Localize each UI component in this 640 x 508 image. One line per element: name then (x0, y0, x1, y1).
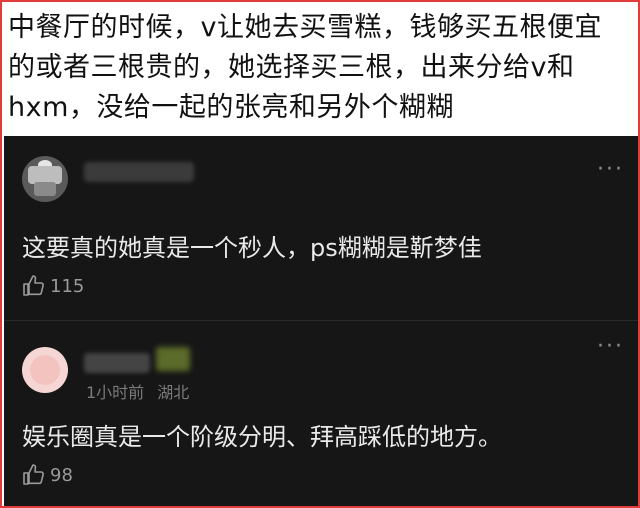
comment-location: 湖北 (157, 383, 190, 402)
more-options-icon[interactable]: ··· (597, 336, 624, 358)
comment-item: ··· 这要真的她真是一个秒人，ps糊糊是靳梦佳 115 (4, 136, 638, 320)
thumbs-up-icon (23, 464, 44, 485)
thumbs-up-icon (23, 275, 44, 296)
user-badge-blurred (156, 347, 190, 371)
like-count: 115 (50, 275, 85, 297)
username-blurred[interactable] (84, 353, 150, 373)
comment-meta: 1小时前 湖北 (86, 379, 197, 403)
more-options-icon[interactable]: ··· (597, 159, 624, 181)
comment-time: 1小时前 (86, 383, 145, 402)
like-button[interactable]: 115 (22, 274, 84, 298)
avatar[interactable] (22, 156, 68, 202)
comment-item: 1小时前 湖北 ··· 娱乐圈真是一个阶级分明、拜高踩低的地方。 98 (4, 320, 638, 506)
comment-text: 这要真的她真是一个秒人，ps糊糊是靳梦佳 (22, 234, 482, 262)
username-blurred[interactable] (84, 162, 194, 182)
caption-line-1: 中餐厅的时候，v让她去买雪糕，钱够买五根便宜 (8, 12, 602, 43)
caption-line-3: hxm，没给一起的张亮和另外个糊糊 (8, 92, 454, 123)
avatar[interactable] (22, 347, 68, 393)
post-caption: 中餐厅的时候，v让她去买雪糕，钱够买五根便宜 的或者三根贵的，她选择买三根，出来… (8, 8, 634, 128)
like-button[interactable]: 98 (22, 463, 73, 487)
like-count: 98 (50, 464, 73, 486)
comment-section: ··· 这要真的她真是一个秒人，ps糊糊是靳梦佳 115 1小时前 湖北 ···… (4, 136, 638, 506)
post-screenshot-frame: 中餐厅的时候，v让她去买雪糕，钱够买五根便宜 的或者三根贵的，她选择买三根，出来… (0, 0, 640, 508)
caption-line-2: 的或者三根贵的，她选择买三根，出来分给v和 (8, 52, 575, 83)
comment-text: 娱乐圈真是一个阶级分明、拜高踩低的地方。 (22, 423, 502, 451)
